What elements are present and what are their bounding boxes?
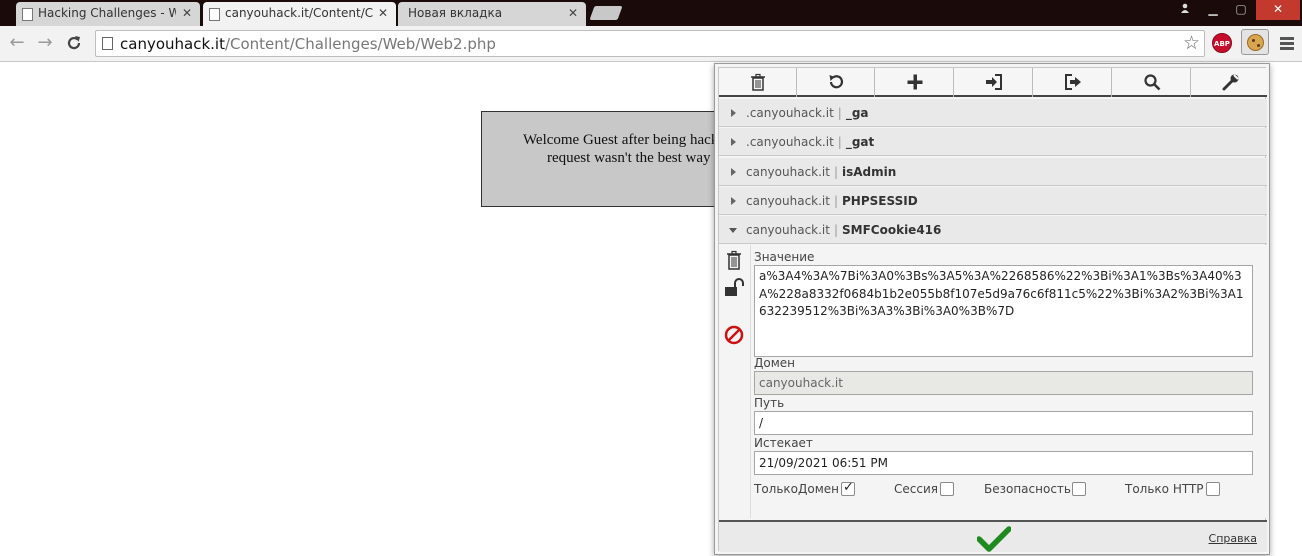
- expand-arrow-icon: [731, 168, 736, 176]
- http-only-label: Только HTTP: [1125, 482, 1204, 496]
- http-only-checkbox[interactable]: [1206, 482, 1220, 496]
- search-icon: [1144, 74, 1161, 91]
- add-cookie-button[interactable]: [876, 68, 954, 97]
- cookie-value-textarea[interactable]: a%3A4%3A%7Bi%3A0%3Bs%3A5%3A%2268586%22%3…: [754, 265, 1253, 357]
- import-button[interactable]: [955, 68, 1033, 97]
- close-tab-icon[interactable]: ✕: [378, 2, 388, 25]
- secure-label: Безопасность: [984, 482, 1071, 496]
- import-icon: [986, 74, 1002, 90]
- new-tab-button[interactable]: [589, 6, 623, 20]
- back-button[interactable]: ←: [6, 32, 28, 54]
- plus-icon: [907, 74, 923, 90]
- cookie-detail-panel: Значение a%3A4%3A%7Bi%3A0%3Bs%3A5%3A%226…: [719, 245, 1267, 518]
- wrench-icon: [1222, 74, 1239, 91]
- cookie-row-phpsessid[interactable]: canyouhack.it | PHPSESSID: [719, 187, 1267, 215]
- delete-all-button[interactable]: [719, 68, 797, 97]
- domain-field: canyouhack.it: [754, 371, 1253, 395]
- close-tab-icon[interactable]: ✕: [182, 2, 192, 25]
- protect-cookie-button[interactable]: [724, 278, 746, 302]
- cookie-editor-toolbar: [719, 68, 1267, 97]
- reload-button[interactable]: [63, 32, 85, 54]
- session-label: Сессия: [894, 482, 938, 496]
- host-only-checkbox[interactable]: [841, 480, 855, 496]
- browser-toolbar: ← → canyouhack.it/Content/Challenges/Web…: [0, 26, 1302, 62]
- expand-arrow-icon: [731, 197, 736, 205]
- save-button[interactable]: [976, 526, 1012, 556]
- welcome-message-box: Welcome Guest after being hacked we deci…: [481, 111, 721, 207]
- cookie-row-isadmin[interactable]: canyouhack.it | isAdmin: [719, 158, 1267, 186]
- help-link[interactable]: Справка: [1209, 532, 1257, 545]
- export-button[interactable]: [1034, 68, 1112, 97]
- cookie-icon: [1247, 34, 1264, 51]
- delete-cookie-button[interactable]: [725, 250, 743, 274]
- tab-title: Новая вкладка: [408, 6, 503, 20]
- close-tab-icon[interactable]: ✕: [568, 2, 578, 25]
- cookie-actions: [719, 245, 751, 518]
- tab-new[interactable]: Новая вкладка ✕: [398, 2, 586, 26]
- tab-title: Hacking Challenges - Web: [38, 6, 176, 20]
- forward-button[interactable]: →: [34, 32, 56, 54]
- checkmark-icon: [976, 526, 1012, 552]
- adblock-plus-icon[interactable]: ABP: [1212, 33, 1232, 53]
- cookie-editor-popup: .canyouhack.it | _ga .canyouhack.it | _gat c…: [714, 63, 1270, 555]
- close-window-button[interactable]: ✕: [1256, 0, 1300, 20]
- maximize-button[interactable]: ▢: [1228, 0, 1254, 20]
- cookie-extension-button[interactable]: [1241, 29, 1269, 55]
- expand-arrow-icon: [731, 109, 736, 117]
- options-button[interactable]: [1192, 68, 1267, 97]
- session-checkbox[interactable]: [940, 482, 954, 496]
- page-icon: [209, 8, 220, 21]
- host-only-label: ТолькоДомен: [754, 482, 840, 496]
- trash-icon: [727, 250, 741, 270]
- unlock-icon: [725, 278, 744, 296]
- tab-web2[interactable]: canyouhack.it/Content/Challenges/Web/Web…: [203, 2, 396, 26]
- url-text: canyouhack.it/Content/Challenges/Web/Web…: [120, 35, 496, 53]
- cookie-row-gat[interactable]: .canyouhack.it | _gat: [719, 128, 1267, 156]
- cookie-editor-footer: Справка: [719, 520, 1267, 552]
- cookie-row-smfcookie[interactable]: canyouhack.it | SMFCookie416: [719, 216, 1267, 244]
- expires-label: Истекает: [754, 436, 813, 450]
- expires-field[interactable]: 21/09/2021 06:51 PM: [754, 451, 1253, 475]
- page-icon: [22, 8, 33, 21]
- page-icon: [102, 37, 113, 50]
- expand-arrow-icon: [731, 138, 736, 146]
- tab-hacking-challenges[interactable]: Hacking Challenges - Web ✕: [16, 2, 200, 26]
- cookie-row-ga[interactable]: .canyouhack.it | _ga: [719, 99, 1267, 127]
- collapse-arrow-icon: [729, 228, 737, 233]
- domain-label: Домен: [754, 356, 795, 370]
- user-icon[interactable]: [1172, 0, 1198, 20]
- export-icon: [1065, 74, 1081, 90]
- block-icon: [724, 325, 744, 345]
- welcome-message: Welcome Guest after being hacked we deci…: [522, 132, 720, 166]
- cookie-flags: ТолькоДомен Сессия Безопасность Только H…: [754, 479, 1259, 499]
- block-cookie-button[interactable]: [724, 325, 744, 349]
- trash-icon: [751, 73, 765, 91]
- search-button[interactable]: [1113, 68, 1191, 97]
- path-label: Путь: [754, 396, 785, 410]
- title-bar: Hacking Challenges - Web ✕ canyouhack.it…: [0, 0, 1302, 26]
- reload-icon: [829, 75, 844, 89]
- minimize-button[interactable]: ▁: [1200, 0, 1226, 20]
- secure-checkbox[interactable]: [1072, 482, 1086, 496]
- chrome-menu-icon[interactable]: [1280, 37, 1294, 52]
- address-bar[interactable]: canyouhack.it/Content/Challenges/Web/Web…: [95, 30, 1205, 57]
- reload-cookies-button[interactable]: [797, 68, 875, 97]
- bookmark-star-icon[interactable]: ☆: [1183, 32, 1200, 54]
- path-field[interactable]: /: [754, 411, 1253, 435]
- tab-title: canyouhack.it/Content/Challenges/Web/Web…: [225, 6, 373, 20]
- value-label: Значение: [754, 250, 815, 264]
